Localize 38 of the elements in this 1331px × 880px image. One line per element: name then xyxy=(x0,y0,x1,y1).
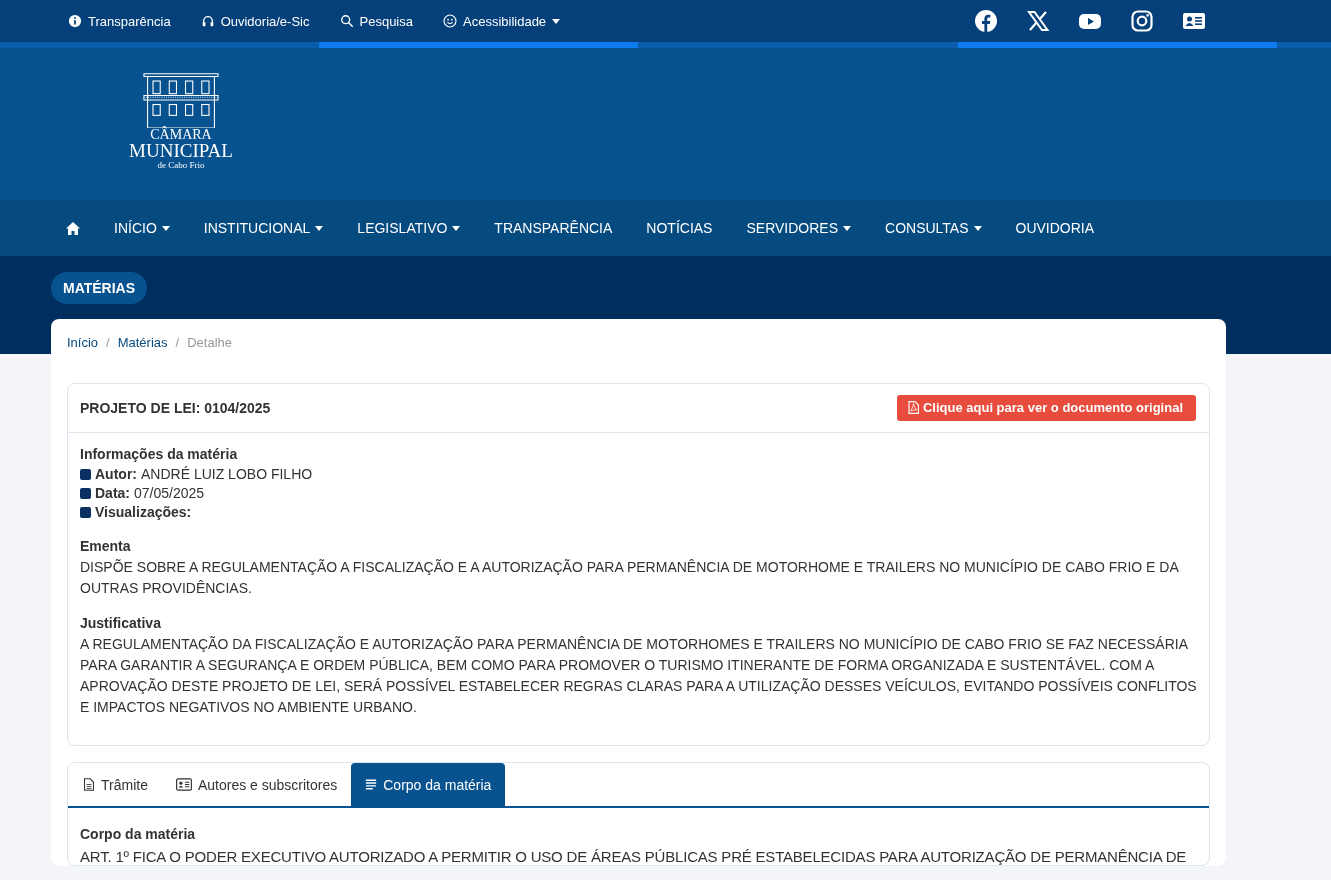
top-link[interactable]: Ouvidoria/e-Sic xyxy=(200,13,310,29)
info-label: Autor: xyxy=(95,465,137,484)
logo-subtitle: de Cabo Frio xyxy=(157,160,205,170)
body-text: ART. 1º FICA O PODER EXECUTIVO AUTORIZADO A PERMITIR O USO DE ÁREAS PÚBLICAS PRÉ ESTABELECIDAS PARA AUTORIZAÇÃO DE PERMANÊNCIA DE xyxy=(80,848,1187,865)
original-document-button[interactable]: Clique aqui para ver o documento original xyxy=(896,395,1196,421)
top-link[interactable]: Pesquisa xyxy=(339,13,413,29)
section-heading: Corpo da matéria xyxy=(80,826,197,842)
nav-item[interactable]: CONSULTAS xyxy=(885,220,982,236)
section-text: A REGULAMENTAÇÃO DA FISCALIZAÇÃO E AUTORIZAÇÃO PARA PERMANÊNCIA DE MOTORHOMES E TRAILERS NO MUNICÍPIO DE CABO FRIO SE FAZ NECESSÁRIA PARA GARANTIR A SEGURANÇA E ORDEM PÚBLICA, BEM COMO PARA PROMOVER O TURISMO ITINERANTE DE FORMA ORGANIZADA E SUSTENTÁVEL. COM A APROVAÇÃO DESTE PROJETO DE LEI, SERÁ POSSÍVEL ESTABELECER REGRAS CLARAS PARA A UTILIZAÇÃO DESSES VEÍCULOS, EVITANDO POSSÍVEIS CONFLITOS E IMPACTOS NEGATIVOS NO AMBIENTE URBANO. xyxy=(80,635,1197,717)
tab[interactable]: Corpo da matéria xyxy=(351,763,506,806)
nav-item[interactable]: NOTÍCIAS xyxy=(646,220,713,236)
info-label: Data: xyxy=(95,484,130,503)
nav-item[interactable]: TRANSPARÊNCIA xyxy=(494,220,613,236)
info-label: Visualizações: xyxy=(95,503,192,522)
section-heading: Justificativa xyxy=(80,614,162,633)
tab[interactable]: Trâmite xyxy=(69,763,162,806)
section-heading: Informações da matéria xyxy=(80,445,239,464)
nav-item[interactable]: INSTITUCIONAL xyxy=(203,220,324,236)
section-heading: Ementa xyxy=(80,537,132,556)
page-badge: MATÉRIAS xyxy=(51,272,148,304)
logo-text: CÂMARA xyxy=(150,128,212,141)
nav-item[interactable]: LEGISLATIVO xyxy=(357,220,461,236)
nav-item[interactable]: OUVIDORIA xyxy=(1015,220,1095,236)
top-link[interactable]: Transparência xyxy=(68,13,171,29)
breadcrumb-link[interactable]: Matérias xyxy=(117,335,168,350)
top-link[interactable]: Acessibilidade xyxy=(443,13,561,29)
nav-item[interactable]: SERVIDORES xyxy=(746,220,851,236)
nav-item[interactable]: INÍCIO xyxy=(114,220,170,236)
section-text: DISPÕE SOBRE A REGULAMENTAÇÃO A FISCALIZAÇÃO E A AUTORIZAÇÃO PARA PERMANÊNCIA DE MOTORHOME E TRAILERS NO MUNICÍPIO DE CABO FRIO E DA OUTRAS PROVIDÊNCIAS. xyxy=(80,558,1180,598)
breadcrumb-separator: / xyxy=(106,335,110,350)
tab[interactable]: Autores e subscritores xyxy=(161,763,352,806)
info-value: ANDRÉ LUIZ LOBO FILHO xyxy=(141,465,313,484)
breadcrumb-separator: / xyxy=(175,335,180,350)
info-value: 07/05/2025 xyxy=(134,484,205,503)
breadcrumb-link[interactable]: Início xyxy=(67,335,99,350)
materia-title: PROJETO DE LEI: 0104/2025 xyxy=(80,400,271,416)
breadcrumb-current: Detalhe xyxy=(187,335,232,350)
logo-text: MUNICIPAL xyxy=(129,141,233,160)
